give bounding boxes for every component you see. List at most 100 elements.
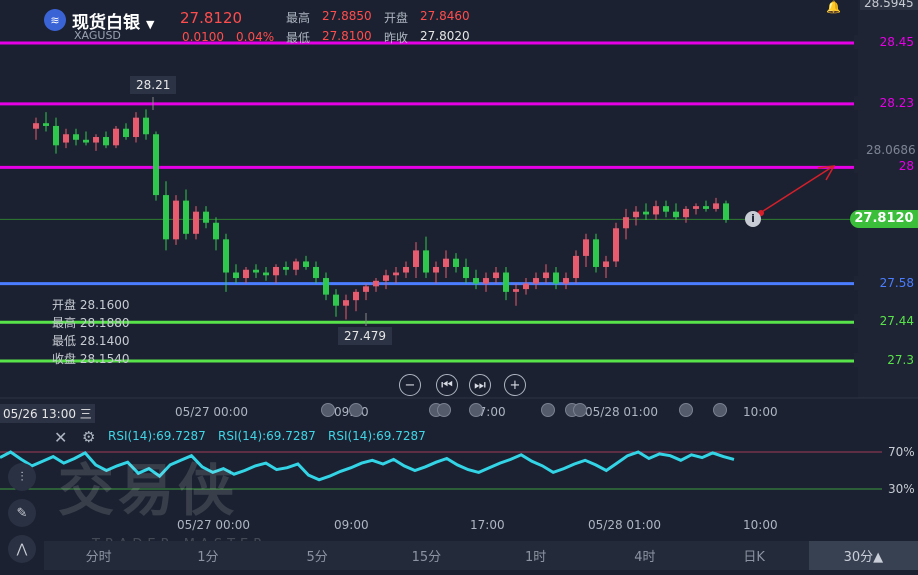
candle-body-26 [293,261,299,270]
prev-button[interactable]: ⏮ [436,374,458,396]
candle-body-3 [63,134,69,143]
tab-period-6[interactable]: 日K [700,541,809,570]
tab-period-1[interactable]: 1分 [153,541,262,570]
candle-body-37 [403,266,409,273]
zoom-in-button[interactable]: + [504,374,526,396]
candle-body-40 [433,266,439,273]
event-dot-icon[interactable] [349,403,363,417]
tab-period-4[interactable]: 1时 [481,541,590,570]
candle-body-39 [423,250,429,273]
candle-body-65 [683,208,689,218]
indicator-icon[interactable]: ⫶ [8,463,36,491]
candle-body-52 [553,272,559,284]
candle-body-33 [363,286,369,292]
candle-body-20 [233,272,239,279]
close-icon[interactable]: ✕ [54,428,67,447]
candle-body-29 [323,278,329,295]
level-tag-4: 27.44 [854,314,918,329]
tab-period-5[interactable]: 4时 [590,541,699,570]
draw-pen-icon[interactable]: ✎ [8,499,36,527]
candle-body-44 [473,278,479,284]
candle-body-1 [43,123,49,126]
ohlc-box: 开盘 28.1600 最高 28.1880 最低 28.1400 收盘 28.1… [52,298,130,366]
event-dot-icon[interactable] [321,403,335,417]
prev-close-value: 27.8020 [420,29,470,43]
tab-period-3[interactable]: 15分 [372,541,481,570]
candle-body-60 [633,211,639,218]
candle-body-10 [133,117,139,138]
candle-body-23 [263,272,269,276]
event-dot-icon[interactable] [541,403,555,417]
candle-body-58 [613,228,619,262]
candle-body-27 [303,261,309,267]
level-tag-5: 27.3 [854,353,918,367]
high-value: 27.8850 [322,9,372,23]
open-value: 27.8460 [420,9,470,23]
level-tag-0: 28.45 [854,35,918,49]
current-price: 27.8120 [180,9,243,27]
tab-period-0[interactable]: 分时 [44,541,153,570]
candle-body-13 [163,195,169,240]
event-dot-icon[interactable] [437,403,451,417]
candle-body-32 [353,291,359,301]
candle-body-53 [563,278,569,284]
candle-body-38 [413,250,419,267]
open-label: 开盘 [384,11,409,25]
candle-body-2 [53,125,59,146]
candle-body-5 [83,139,89,143]
rsi-time-label-4: 05/28 01:00 [588,518,661,532]
tab-period-7[interactable]: 30分▲ [808,541,918,570]
candle-body-28 [313,266,319,279]
info-icon[interactable]: i [745,211,761,227]
candle-body-6 [93,137,99,143]
candle-body-21 [243,269,249,279]
bell-icon[interactable]: 🔔 [826,0,841,14]
silver-logo-icon: ≋ [44,9,66,31]
axis-price-28-0686: 28.0686 [866,143,916,157]
candle-body-59 [623,217,629,229]
event-dot-icon[interactable] [573,403,587,417]
event-dot-icon[interactable] [713,403,727,417]
candle-body-16 [193,211,199,234]
candle-body-15 [183,200,189,234]
candle-body-49 [523,283,529,290]
event-dot-icon[interactable] [469,403,483,417]
time-label-4: 05/28 01:00 [585,405,658,419]
candle-body-22 [253,269,259,273]
caret-down-icon[interactable]: ▼ [146,18,154,31]
rsi-time-label-5: 10:00 [743,518,778,532]
candle-body-69 [723,203,729,220]
level-tag-1: 28.23 [854,95,918,110]
candle-body-36 [393,272,399,276]
top-price-label: 28.5945 [860,0,918,10]
prev-close-label: 昨收 [384,31,409,45]
rsi-label-1: RSI(14):69.7287 [108,429,206,443]
candle-body-12 [153,134,159,196]
line-tool-icon[interactable]: ⋀ [8,535,36,563]
cursor-time-label: 05/26 13:00 三 [0,404,95,423]
price-change: 0.0100 [182,30,224,44]
candle-body-54 [573,255,579,279]
candle-body-19 [223,239,229,273]
candle-body-14 [173,200,179,240]
candle-body-9 [123,128,129,138]
rsi-lower-label: 30% [888,482,915,496]
price-axis-bg [858,0,918,398]
price-change-pct: 0.04% [236,30,275,44]
rsi-label-2: RSI(14):69.7287 [218,429,316,443]
candle-body-34 [373,280,379,287]
time-label-5: 10:00 [743,405,778,419]
next-button[interactable]: ⏭ [469,374,491,396]
candle-body-61 [643,211,649,215]
candle-body-41 [443,258,449,267]
candle-body-57 [603,261,609,267]
candle-body-68 [713,203,719,209]
event-dot-icon[interactable] [679,403,693,417]
candle-body-62 [653,206,659,215]
level-tag-3: 27.58 [854,275,918,290]
settings-icon[interactable]: ⚙ [82,428,95,446]
candle-body-30 [333,294,339,306]
tab-period-2[interactable]: 5分 [263,541,372,570]
zoom-out-button[interactable]: − [399,374,421,396]
candle-body-51 [543,272,549,279]
